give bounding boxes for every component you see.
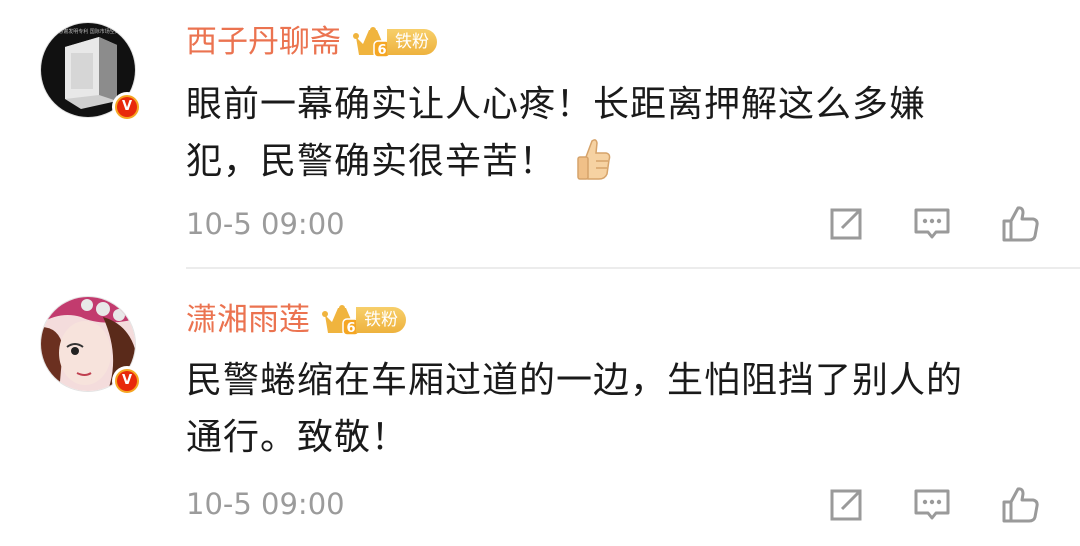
timestamp: 10-5 09:00 — [186, 487, 345, 521]
comment-button[interactable] — [912, 485, 952, 525]
comment-text-line: 眼前一幕确实让人心疼！长距离押解这么多嫌 — [186, 84, 927, 125]
comment-text-line: 通行。致敬！ — [186, 417, 409, 458]
avatar-caption: 感谢发明专利 国际市场空白 — [58, 28, 120, 35]
timestamp: 10-5 09:00 — [186, 207, 345, 241]
thumbs-up-outline-icon — [1002, 206, 1039, 242]
comment-text-line: 民警蜷缩在车厢过道的一边，生怕阻挡了别人的 — [186, 360, 964, 401]
fan-badge-label: 铁粉 — [356, 307, 406, 333]
avatar[interactable]: V — [40, 296, 142, 396]
verified-badge: V — [112, 92, 142, 122]
comment-text: 民警蜷缩在车厢过道的一边，生怕阻挡了别人的 通行。致敬！ — [186, 352, 1056, 466]
fan-badge[interactable]: 6 铁粉 — [322, 303, 406, 337]
comment-item: V 潇湘雨莲 6 铁粉 民警蜷缩在车厢过道的一边，生怕阻挡了别人的 通行。致敬！… — [0, 270, 1080, 546]
comment-item: 感谢发明专利 国际市场空白 V 西子丹聊斋 6 铁粉 眼前一幕确实让人心疼！长距… — [0, 0, 1080, 269]
username[interactable]: 潇湘雨莲 — [186, 298, 310, 342]
fan-level: 6 — [377, 43, 386, 58]
share-square-icon — [830, 208, 862, 240]
username-row: 潇湘雨莲 6 铁粉 — [186, 298, 406, 342]
verified-badge: V — [112, 366, 142, 396]
username[interactable]: 西子丹聊斋 — [186, 20, 341, 64]
forward-button[interactable] — [826, 204, 866, 244]
fan-badge[interactable]: 6 铁粉 — [353, 25, 437, 59]
comment-bubble-icon — [914, 208, 950, 239]
thumbs-up-emoji-icon — [577, 139, 611, 180]
forward-button[interactable] — [826, 485, 866, 525]
username-row: 西子丹聊斋 6 铁粉 — [186, 20, 437, 64]
avatar[interactable]: 感谢发明专利 国际市场空白 V — [40, 22, 142, 122]
divider — [186, 267, 1080, 269]
comment-text: 眼前一幕确实让人心疼！长距离押解这么多嫌 犯，民警确实很辛苦！ — [186, 76, 1056, 190]
like-button[interactable] — [1000, 485, 1040, 525]
like-button[interactable] — [1000, 204, 1040, 244]
share-square-icon — [830, 489, 862, 521]
fan-badge-label: 铁粉 — [387, 29, 437, 55]
thumbs-up-outline-icon — [1002, 487, 1039, 523]
comment-button[interactable] — [912, 204, 952, 244]
comment-text-line: 犯，民警确实很辛苦！ — [186, 133, 1056, 190]
comment-bubble-icon — [914, 489, 950, 520]
fan-level: 6 — [346, 321, 355, 336]
